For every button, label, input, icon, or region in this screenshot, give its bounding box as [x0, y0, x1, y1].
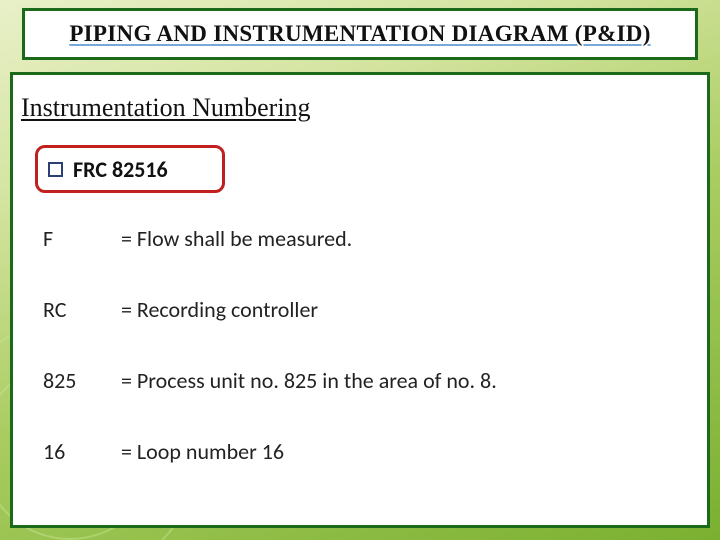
content-frame: Instrumentation Numbering FRC 82516 F = … [10, 72, 710, 528]
section-heading: Instrumentation Numbering [21, 93, 311, 123]
definition-value: = Recording controller [121, 296, 318, 323]
definition-row: RC = Recording controller [43, 296, 497, 323]
code-label: FRC 82516 [73, 156, 168, 183]
definition-key: 16 [43, 438, 121, 465]
definition-key: F [43, 225, 121, 252]
definition-row: 825 = Process unit no. 825 in the area o… [43, 367, 497, 394]
definition-key: RC [43, 296, 121, 323]
slide-title: PIPING AND INSTRUMENTATION DIAGRAM (P&ID… [69, 21, 650, 47]
definition-list: F = Flow shall be measured. RC = Recordi… [43, 225, 497, 509]
definition-value: = Loop number 16 [121, 438, 284, 465]
definition-row: F = Flow shall be measured. [43, 225, 497, 252]
code-callout: FRC 82516 [35, 145, 225, 193]
slide-title-bar: PIPING AND INSTRUMENTATION DIAGRAM (P&ID… [22, 8, 698, 60]
bullet-square-icon [48, 162, 63, 177]
definition-value: = Flow shall be measured. [121, 225, 352, 252]
definition-key: 825 [43, 367, 121, 394]
definition-row: 16 = Loop number 16 [43, 438, 497, 465]
definition-value: = Process unit no. 825 in the area of no… [121, 367, 497, 394]
